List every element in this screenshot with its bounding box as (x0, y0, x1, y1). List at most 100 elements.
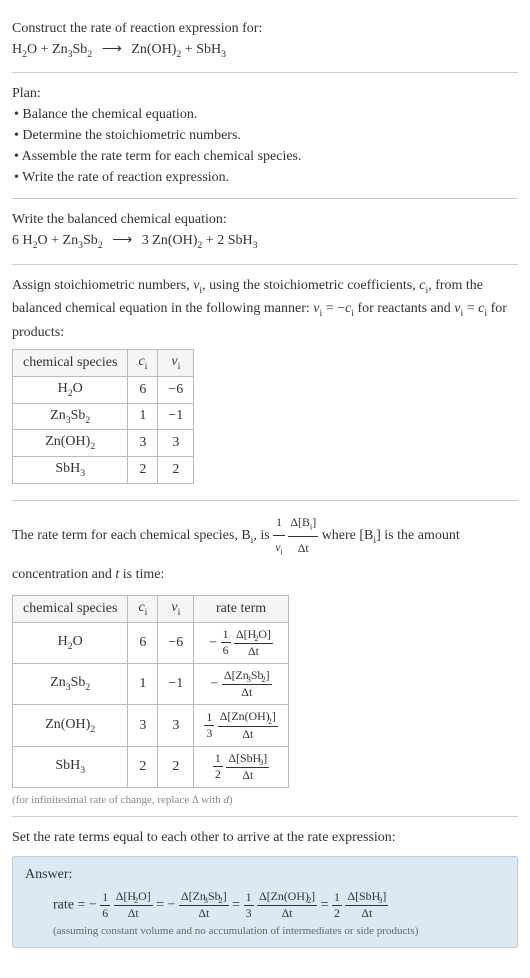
num: Δ[SbH3] (226, 751, 269, 768)
t: Sb (71, 408, 86, 423)
s: i (145, 607, 148, 618)
eq-lhs: H2O + Zn3Sb2 (12, 42, 96, 57)
balanced-equation: 6 H2O + Zn3Sb2 ⟶ 3 Zn(OH)2 + 2 SbH3 (12, 230, 518, 253)
den: Δt (234, 644, 273, 659)
t: + SbH (181, 42, 221, 57)
t: ] (266, 668, 270, 682)
eq-rhs: Zn(OH)2 + SbH3 (131, 42, 226, 57)
unbalanced-equation: H2O + Zn3Sb2 ⟶ Zn(OH)2 + SbH3 (12, 39, 518, 62)
den: Δt (114, 906, 153, 921)
frac: 16 (100, 890, 110, 921)
section-title: Construct the rate of reaction expressio… (12, 8, 518, 73)
num: 1 (213, 751, 223, 767)
table-row: H2O 6 −6 − 16 Δ[H2O]Δt (13, 622, 289, 663)
num: Δ[Zn(OH)2] (218, 709, 278, 726)
t: H (12, 42, 22, 57)
section-answer: Set the rate terms equal to each other t… (12, 817, 518, 958)
t: O] (138, 889, 151, 903)
t: , is (253, 528, 273, 543)
cell-species: Zn3Sb2 (13, 663, 128, 704)
frac: Δ[Zn(OH)2]Δt (218, 709, 278, 741)
table-header-row: chemical species ci νi rate term (13, 595, 289, 622)
den: 3 (204, 726, 214, 741)
t: = − (322, 301, 345, 316)
minus: − (168, 897, 176, 912)
balanced-label: Write the balanced chemical equation: (12, 209, 518, 230)
cell-rate-term: 13 Δ[Zn(OH)2]Δt (194, 705, 289, 746)
t: Sb (83, 233, 98, 248)
t: Δ[SbH (347, 889, 380, 903)
s: 3 (253, 240, 258, 251)
t: 6 H (12, 233, 33, 248)
equals: = (156, 897, 167, 912)
s: 2 (90, 723, 95, 734)
t: Zn (50, 408, 66, 423)
infinitesimal-note: (for infinitesimal rate of change, repla… (12, 794, 518, 806)
cell-nui: −1 (158, 663, 194, 704)
den: 6 (221, 643, 231, 658)
plan-item-2: • Determine the stoichiometric numbers. (12, 125, 518, 146)
table-row: Zn(OH)2 3 3 (13, 430, 194, 457)
section-plan: Plan: • Balance the chemical equation. •… (12, 73, 518, 199)
frac: Δ[SbH3]Δt (345, 889, 388, 921)
t: Assign stoichiometric numbers, (12, 278, 193, 293)
t: ] (272, 709, 276, 723)
answer-expression: rate = − 16 Δ[H2O]Δt = − Δ[Zn3Sb2]Δt = 1… (25, 889, 505, 921)
assign-text: Assign stoichiometric numbers, νi, using… (12, 275, 518, 343)
t: O (73, 634, 83, 649)
table-row: Zn3Sb2 1 −1 (13, 403, 194, 430)
t: O + Zn (38, 233, 79, 248)
table-row: Zn(OH)2 3 3 13 Δ[Zn(OH)2]Δt (13, 705, 289, 746)
table-row: SbH3 2 2 12 Δ[SbH3]Δt (13, 746, 289, 787)
den: 6 (100, 906, 110, 921)
t: Δ[SbH (228, 751, 261, 765)
t: , using the stoichiometric coefficients, (202, 278, 419, 293)
cell-rate-term: − 16 Δ[H2O]Δt (194, 622, 289, 663)
minus: − (211, 676, 219, 691)
col-species: chemical species (13, 595, 128, 622)
rate-equals: rate = (53, 897, 89, 912)
cell-nui: −6 (158, 376, 194, 403)
t: + 2 SbH (202, 233, 252, 248)
cell-ci: 6 (128, 622, 158, 663)
stoich-table: chemical species ci νi H2O 6 −6 Zn3Sb2 1… (12, 349, 194, 484)
frac: 16 (221, 627, 231, 658)
cell-species: H2O (13, 622, 128, 663)
cell-rate-term: 12 Δ[SbH3]Δt (194, 746, 289, 787)
t: Δ[B (290, 515, 310, 529)
t: = (463, 301, 478, 316)
minus: − (209, 635, 217, 650)
section-assign: Assign stoichiometric numbers, νi, using… (12, 265, 518, 501)
t: ] (311, 889, 315, 903)
s: 2 (85, 682, 90, 693)
cell-nui: 3 (158, 705, 194, 746)
rate-term-text: The rate term for each chemical species,… (12, 511, 518, 589)
cell-species: SbH3 (13, 746, 128, 787)
t: ] (382, 889, 386, 903)
num: Δ[Zn(OH)2] (257, 889, 317, 906)
minus: − (89, 897, 97, 912)
t: Sb (71, 675, 86, 690)
t: ] (263, 751, 267, 765)
answer-box: Answer: rate = − 16 Δ[H2O]Δt = − Δ[Zn3Sb… (12, 856, 518, 948)
cell-species: H2O (13, 376, 128, 403)
s: i (178, 607, 181, 618)
num: Δ[H2O] (234, 627, 273, 644)
t: 3 Zn(OH) (142, 233, 198, 248)
num: 1 (204, 710, 214, 726)
t: Δ[Zn(OH) (259, 889, 309, 903)
answer-label: Answer: (25, 867, 505, 883)
title-line: Construct the rate of reaction expressio… (12, 18, 518, 39)
s: 2 (90, 441, 95, 452)
cell-species: Zn(OH)2 (13, 705, 128, 746)
t: where [B (322, 528, 374, 543)
num: 1 (221, 627, 231, 643)
t: Δ[Zn (181, 889, 206, 903)
t: ) (229, 794, 233, 806)
num: 1 (332, 890, 342, 906)
frac: 12 (213, 751, 223, 782)
den: 2 (213, 767, 223, 782)
den: Δt (179, 906, 229, 921)
den: 3 (244, 906, 254, 921)
cell-species: Zn3Sb2 (13, 403, 128, 430)
